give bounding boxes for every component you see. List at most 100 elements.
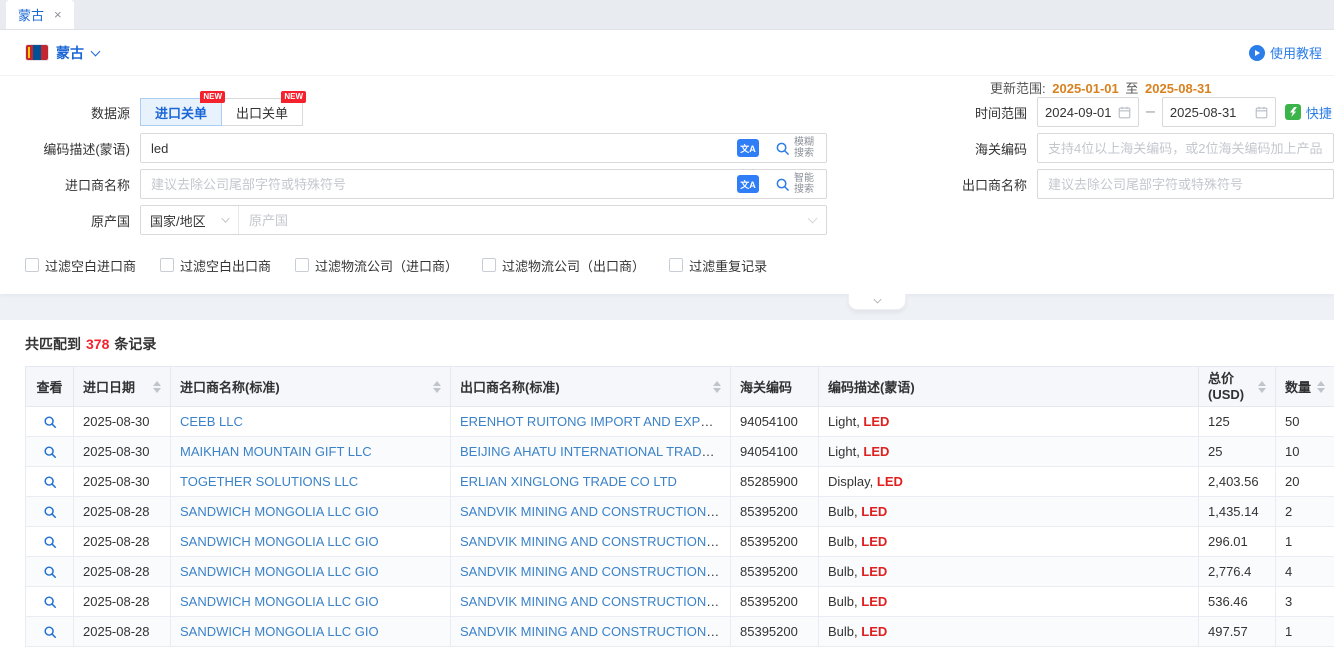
date-start-input[interactable] (1045, 105, 1114, 120)
exporter-link[interactable]: SANDVIK MINING AND CONSTRUCTION L... (460, 594, 728, 609)
date-end-picker[interactable] (1162, 97, 1276, 127)
translate-icon[interactable]: 文A (737, 139, 759, 157)
tutorial-link[interactable]: 使用教程 (1249, 43, 1324, 62)
importer-link[interactable]: TOGETHER SOLUTIONS LLC (180, 474, 358, 489)
browser-tab-bar: 蒙古 × (0, 0, 1334, 30)
importer-cell: TOGETHER SOLUTIONS LLC (171, 467, 451, 497)
update-range-start: 2025-01-01 (1052, 81, 1119, 96)
app-header: 蒙古 使用教程 (0, 30, 1334, 76)
importer-input[interactable] (141, 177, 737, 192)
header-import-date[interactable]: 进口日期 (74, 367, 171, 407)
desc-highlight: LED (861, 504, 887, 519)
importer-link[interactable]: MAIKHAN MOUNTAIN GIFT LLC (180, 444, 372, 459)
import-date-cell: 2025-08-30 (74, 437, 171, 467)
desc-text: Bulb, (828, 534, 861, 549)
origin-label: 原产国 (0, 211, 140, 230)
view-record-button[interactable] (43, 415, 57, 429)
importer-link[interactable]: CEEB LLC (180, 414, 243, 429)
filter-row-importer: 进口商名称 文A 智能搜索 出口商名称 (0, 168, 1334, 200)
importer-link[interactable]: SANDWICH MONGOLIA LLC GIO (180, 504, 379, 519)
exporter-link[interactable]: SANDVIK MINING AND CONSTRUCTION L... (460, 534, 728, 549)
desc-text: Light, (828, 444, 863, 459)
close-icon[interactable]: × (54, 8, 62, 21)
sort-icon[interactable] (433, 381, 441, 393)
smart-search-button[interactable]: 智能搜索 (767, 170, 826, 198)
date-start-picker[interactable] (1037, 97, 1139, 127)
importer-link[interactable]: SANDWICH MONGOLIA LLC GIO (180, 564, 379, 579)
sort-icon[interactable] (1258, 381, 1266, 393)
chevron-down-icon[interactable] (91, 46, 101, 56)
checkbox-icon[interactable] (160, 258, 174, 272)
exporter-link[interactable]: SANDVIK MINING AND CONSTRUCTION L... (460, 564, 728, 579)
translate-icon[interactable]: 文A (737, 175, 759, 193)
importer-link[interactable]: SANDWICH MONGOLIA LLC GIO (180, 534, 379, 549)
checkbox-label: 过滤重复记录 (689, 256, 767, 275)
header-total[interactable]: 总价 (USD) (1199, 367, 1276, 407)
checkbox-icon[interactable] (295, 258, 309, 272)
filter-checkbox[interactable]: 过滤空白出口商 (160, 256, 271, 275)
tab-import-declarations[interactable]: 进口关单 NEW (140, 98, 222, 126)
checkbox-label: 过滤空白出口商 (180, 256, 271, 275)
header-importer[interactable]: 进口商名称(标准) (171, 367, 451, 407)
sort-icon[interactable] (713, 381, 721, 393)
filter-checkbox[interactable]: 过滤物流公司（出口商） (482, 256, 645, 275)
tab-export-declarations[interactable]: 出口关单 NEW (221, 98, 303, 126)
view-record-button[interactable] (43, 595, 57, 609)
view-cell (26, 407, 74, 437)
exporter-link[interactable]: SANDVIK MINING AND CONSTRUCTION L... (460, 504, 728, 519)
desc-highlight: LED (861, 564, 887, 579)
exporter-link[interactable]: ERLIAN XINGLONG TRADE CO LTD (460, 474, 677, 489)
desc-text: Bulb, (828, 624, 861, 639)
exporter-link[interactable]: SANDVIK MINING AND CONSTRUCTION L... (460, 624, 728, 639)
sort-icon[interactable] (153, 381, 161, 393)
hs-code-cell: 85395200 (731, 617, 819, 647)
search-icon (775, 141, 790, 156)
view-cell (26, 437, 74, 467)
filter-checkbox[interactable]: 过滤重复记录 (669, 256, 767, 275)
exporter-input[interactable] (1038, 177, 1333, 192)
import-date-cell: 2025-08-28 (74, 587, 171, 617)
country-selector-label[interactable]: 蒙古 (56, 43, 84, 63)
date-end-input[interactable] (1170, 105, 1251, 120)
view-record-button[interactable] (43, 535, 57, 549)
search-icon (775, 177, 790, 192)
collapse-filters-button[interactable] (848, 294, 906, 310)
header-qty[interactable]: 数量 (1276, 367, 1334, 407)
fuzzy-search-button[interactable]: 模糊搜索 (767, 134, 826, 162)
view-record-button[interactable] (43, 475, 57, 489)
checkbox-label: 过滤物流公司（进口商） (315, 256, 458, 275)
hs-code-input[interactable] (1038, 141, 1333, 156)
tab-export-label: 出口关单 (236, 103, 288, 122)
exporter-link[interactable]: BEIJING AHATU INTERNATIONAL TRADE C... (460, 444, 731, 459)
exporter-cell: BEIJING AHATU INTERNATIONAL TRADE C... (451, 437, 731, 467)
search-icon (43, 445, 57, 459)
filter-checkbox[interactable]: 过滤物流公司（进口商） (295, 256, 458, 275)
page-tab[interactable]: 蒙古 × (6, 0, 74, 29)
checkbox-icon[interactable] (669, 258, 683, 272)
checkbox-icon[interactable] (25, 258, 39, 272)
code-desc-input[interactable] (141, 141, 737, 156)
header-exporter[interactable]: 出口商名称(标准) (451, 367, 731, 407)
hs-code-cell: 85395200 (731, 557, 819, 587)
sort-icon[interactable] (1317, 381, 1325, 393)
import-date-cell: 2025-08-28 (74, 617, 171, 647)
data-source-label: 数据源 (0, 103, 140, 122)
importer-link[interactable]: SANDWICH MONGOLIA LLC GIO (180, 594, 379, 609)
qty-cell: 1 (1276, 617, 1334, 647)
checkbox-icon[interactable] (482, 258, 496, 272)
origin-input[interactable] (239, 213, 809, 228)
qty-cell: 10 (1276, 437, 1334, 467)
filter-checkbox[interactable]: 过滤空白进口商 (25, 256, 136, 275)
view-record-button[interactable] (43, 625, 57, 639)
exporter-link[interactable]: ERENHOT RUITONG IMPORT AND EXPORT ... (460, 414, 731, 429)
view-record-button[interactable] (43, 445, 57, 459)
total-cell: 296.01 (1199, 527, 1276, 557)
view-record-button[interactable] (43, 505, 57, 519)
hs-code-cell: 85285900 (731, 467, 819, 497)
total-cell: 25 (1199, 437, 1276, 467)
view-record-button[interactable] (43, 565, 57, 579)
quick-select-button[interactable]: 快捷 (1285, 103, 1332, 122)
region-select[interactable]: 国家/地区 (141, 206, 239, 234)
tutorial-icon (1249, 45, 1265, 61)
importer-link[interactable]: SANDWICH MONGOLIA LLC GIO (180, 624, 379, 639)
